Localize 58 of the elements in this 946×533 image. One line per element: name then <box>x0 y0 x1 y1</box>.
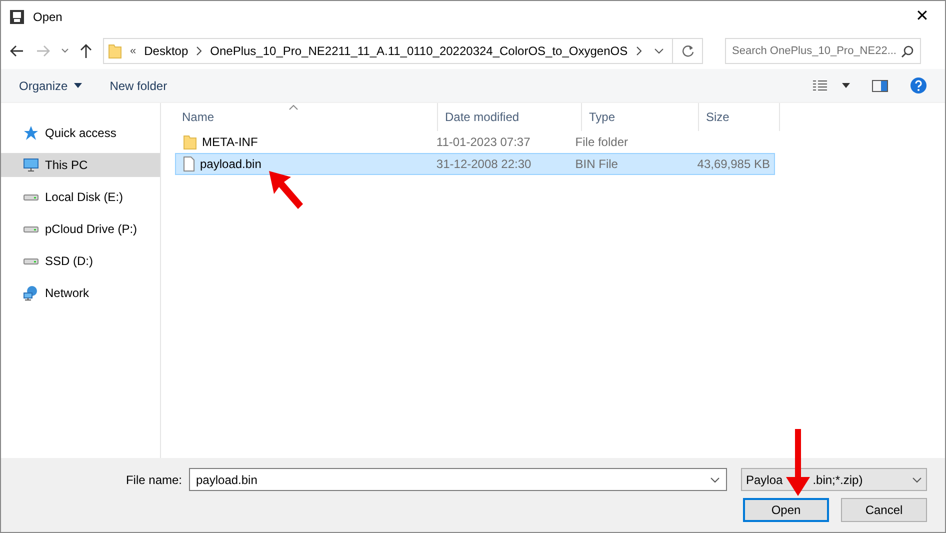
new-folder-button[interactable]: New folder <box>110 74 168 96</box>
dialog-button[interactable]: Cancel <box>841 498 927 522</box>
column-header[interactable]: Type <box>582 103 699 131</box>
file-name-field[interactable]: payload.bin <box>189 468 727 491</box>
window-title: Open <box>33 9 62 26</box>
dropdown-icon <box>912 476 922 482</box>
breadcrumb[interactable]: Desktop <box>144 42 188 60</box>
sidebar-item[interactable]: This PC <box>1 153 160 177</box>
type-cell-text: BIN File <box>574 156 619 173</box>
file-icon <box>183 156 195 172</box>
dropdown-icon[interactable] <box>654 48 664 54</box>
organize-button[interactable]: Organize <box>19 74 82 96</box>
view-icon[interactable] <box>812 80 828 92</box>
column-header[interactable]: Size <box>699 103 780 131</box>
app-icon <box>9 9 25 25</box>
file-type-dropdown[interactable]: Payloa .bin;*.zip) <box>741 468 927 491</box>
recent-icon[interactable] <box>61 48 69 54</box>
up-icon[interactable] <box>79 43 93 59</box>
type-cell-text: File folder <box>574 134 629 151</box>
file-name: payload.bin <box>200 156 262 173</box>
computer-icon <box>23 157 39 173</box>
caret-icon[interactable] <box>842 83 850 88</box>
star-icon <box>23 125 39 141</box>
date-cell-text: 31-12-2008 22:30 <box>435 156 532 173</box>
dropdown-icon[interactable] <box>710 476 720 482</box>
file-name-label: File name: <box>126 472 182 488</box>
sidebar-item[interactable]: Network <box>1 281 160 305</box>
date-cell-text: 11-01-2023 07:37 <box>435 134 532 151</box>
close-button[interactable]: ✕ <box>899 1 945 33</box>
refresh-icon <box>682 45 694 57</box>
chevron-icon[interactable] <box>636 46 642 56</box>
forward-icon <box>35 43 51 59</box>
size-cell-text: 43,69,985 KB <box>697 156 770 173</box>
folder-icon <box>183 134 197 150</box>
chevron-icon[interactable] <box>196 46 202 56</box>
dialog-button[interactable]: Open <box>743 498 829 522</box>
sidebar-item[interactable]: Quick access <box>1 121 160 145</box>
annotation-arrow <box>785 429 811 497</box>
search-field[interactable]: Search OnePlus_10_Pro_NE22... <box>725 38 921 64</box>
caret-icon <box>74 83 82 88</box>
file-name: META-INF <box>202 134 258 151</box>
sidebar-item[interactable]: Local Disk (E:) <box>1 185 160 209</box>
back-icon[interactable] <box>9 43 25 59</box>
breadcrumb[interactable]: OnePlus_10_Pro_NE2211_11_A.11_0110_20220324_ColorOS_to_OxygenOS <box>210 42 628 60</box>
sidebar-item[interactable]: pCloud Drive (P:) <box>1 217 160 241</box>
folder-icon <box>108 43 122 59</box>
network-icon <box>23 285 39 301</box>
search-icon <box>901 44 914 58</box>
column-header[interactable]: Name <box>175 103 438 131</box>
column-header[interactable]: Date modified <box>438 103 582 131</box>
overflow-chevron[interactable]: « <box>130 42 136 60</box>
file-row[interactable]: payload.bin 31-12-2008 22:30 BIN File 43,69,985 KB <box>175 153 775 175</box>
help-icon[interactable] <box>910 77 927 94</box>
sort-icon <box>289 105 298 110</box>
refresh-button[interactable] <box>673 38 703 64</box>
sidebar-item[interactable]: SSD (D:) <box>1 249 160 273</box>
file-row[interactable]: META-INF 11-01-2023 07:37 File folder <box>175 131 775 153</box>
preview-pane-icon[interactable] <box>872 80 888 92</box>
